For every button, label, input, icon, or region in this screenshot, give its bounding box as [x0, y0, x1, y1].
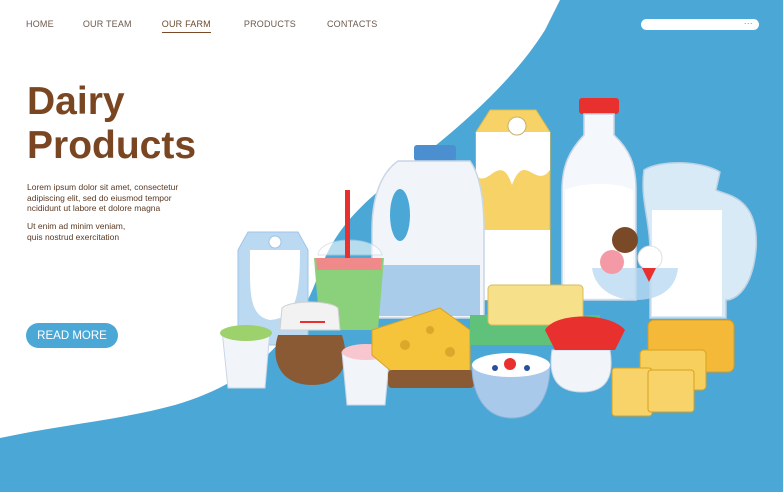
- yogurt-cup-icon: [220, 325, 272, 389]
- jam-jar-icon: [275, 301, 346, 385]
- dairy-illustration: [220, 98, 757, 419]
- juice-carton-icon: [475, 109, 551, 301]
- milk-jug-icon: [371, 145, 485, 319]
- cheese-block-icon: [611, 319, 735, 417]
- landing-page: HOME OUR TEAM OUR FARM PRODUCTS CONTACTS…: [0, 0, 783, 492]
- cottage-cheese-bowl-icon: [471, 353, 551, 419]
